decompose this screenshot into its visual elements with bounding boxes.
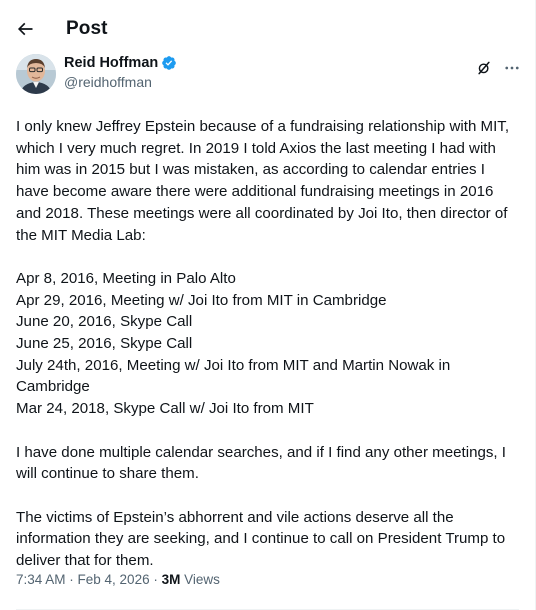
author-display-name[interactable]: Reid Hoffman	[64, 55, 158, 71]
page-title: Post	[66, 18, 108, 39]
more-horizontal-icon[interactable]	[501, 59, 523, 77]
post-author: Reid Hoffman @reidhoffman	[0, 54, 535, 98]
post-date[interactable]: Feb 4, 2026	[78, 572, 150, 587]
meta-separator: ·	[65, 572, 78, 587]
back-button[interactable]	[14, 18, 36, 40]
author-actions	[475, 59, 523, 77]
author-names: Reid Hoffman @reidhoffman	[64, 55, 177, 90]
post-detail-page: Post Reid Hoffman @reidhoffman I only kn…	[0, 0, 536, 610]
grok-icon[interactable]	[475, 59, 493, 77]
post-text: I only knew Jeffrey Epstein because of a…	[0, 116, 535, 572]
post-paragraph: I have done multiple calendar searches, …	[16, 443, 511, 483]
arrow-left-icon	[17, 22, 33, 36]
post-time[interactable]: 7:34 AM	[16, 572, 66, 587]
post-metadata: 7:34 AM · Feb 4, 2026 · 3M Views	[16, 572, 220, 587]
post-paragraph: Apr 8, 2016, Meeting in Palo Alto Apr 29…	[16, 269, 451, 418]
post-paragraph: The victims of Epstein’s abhorrent and v…	[16, 508, 510, 570]
post-header: Post	[0, 0, 535, 58]
meta-separator: ·	[149, 572, 162, 587]
avatar-image	[16, 54, 56, 94]
verified-badge-icon[interactable]	[161, 55, 177, 71]
author-handle[interactable]: @reidhoffman	[64, 74, 177, 90]
avatar[interactable]	[16, 54, 56, 94]
views-count: 3M	[161, 572, 181, 587]
views-label: Views	[180, 572, 220, 587]
author-name-line: Reid Hoffman	[64, 55, 177, 71]
post-paragraph: I only knew Jeffrey Epstein because of a…	[16, 118, 514, 244]
